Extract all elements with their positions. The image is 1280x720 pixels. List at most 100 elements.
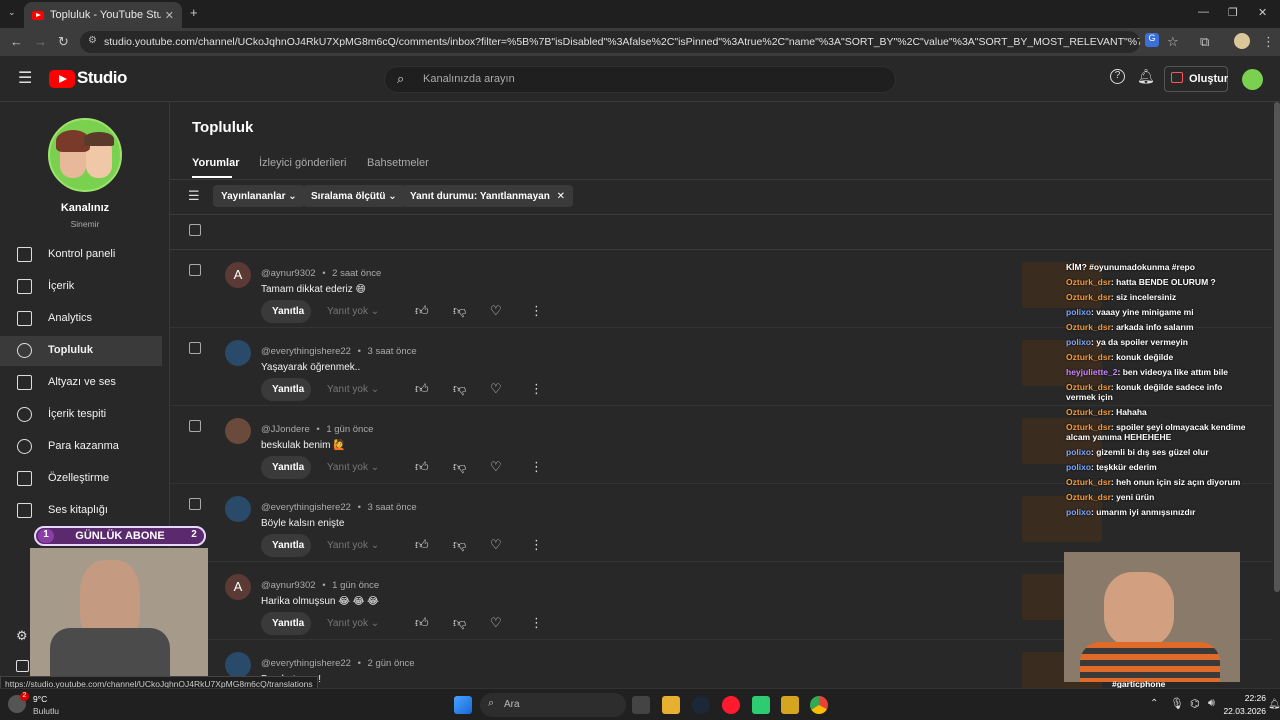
reply-button[interactable]: Yanıtla: [261, 534, 311, 557]
like-thumbs-up-icon[interactable]: 👍︎: [415, 303, 429, 319]
heart-icon[interactable]: ♡: [490, 381, 502, 397]
more-options-icon[interactable]: ⋮: [530, 459, 543, 475]
create-button[interactable]: Oluştur: [1164, 66, 1228, 92]
notification-icon[interactable]: 🔔︎: [1268, 699, 1280, 710]
sidebar-item-monetization[interactable]: Para kazanma: [0, 432, 162, 462]
minimize-icon[interactable]: —: [1198, 6, 1209, 18]
tab-viewer-posts[interactable]: İzleyici gönderileri: [259, 157, 346, 169]
chrome-icon[interactable]: [810, 696, 828, 714]
more-options-icon[interactable]: ⋮: [530, 303, 543, 319]
remove-filter-close-icon[interactable]: ✕: [557, 191, 565, 202]
close-window-icon[interactable]: ✕: [1258, 6, 1267, 19]
clock-time[interactable]: 22:26: [1222, 693, 1266, 703]
comment-checkbox[interactable]: [189, 420, 201, 432]
more-options-icon[interactable]: ⋮: [530, 615, 543, 631]
sidebar-item-analytics[interactable]: Analytics: [0, 304, 162, 334]
whatsapp-icon[interactable]: [752, 696, 770, 714]
replies-dropdown[interactable]: Yanıt yok ⌄: [327, 540, 379, 551]
comment-checkbox[interactable]: [189, 342, 201, 354]
file-explorer-icon[interactable]: [662, 696, 680, 714]
taskbar-search[interactable]: ⌕ Ara: [480, 693, 626, 717]
chip-published[interactable]: Yayınlananlar ⌄: [213, 185, 305, 207]
dislike-thumbs-down-icon[interactable]: 👎︎: [453, 615, 466, 631]
comment-author[interactable]: @JJondere: [261, 424, 310, 435]
microphone-icon[interactable]: 🎙︎: [1170, 697, 1184, 710]
send-feedback-icon[interactable]: [16, 660, 29, 672]
sidebar-item-subtitles[interactable]: Altyazı ve ses: [0, 368, 162, 398]
address-bar[interactable]: ⚙ studio.youtube.com/channel/UCkoJqhnOJ4…: [80, 31, 1140, 53]
task-view-icon[interactable]: [632, 696, 650, 714]
help-icon[interactable]: ?: [1110, 69, 1125, 84]
tab-comments[interactable]: Yorumlar: [192, 157, 239, 169]
like-thumbs-up-icon[interactable]: 👍︎: [415, 381, 429, 397]
sidebar-item-copyright[interactable]: İçerik tespiti: [0, 400, 162, 430]
comment-author[interactable]: @aynur9302: [261, 580, 316, 591]
heart-icon[interactable]: ♡: [490, 615, 502, 631]
comment-checkbox[interactable]: [189, 264, 201, 276]
dislike-thumbs-down-icon[interactable]: 👎︎: [453, 303, 466, 319]
profile-avatar-icon[interactable]: [1234, 33, 1250, 49]
tab-mentions[interactable]: Bahsetmeler: [367, 157, 429, 169]
comment-author[interactable]: @everythingishere22: [261, 346, 351, 357]
settings-gear-icon[interactable]: ⚙: [16, 628, 28, 644]
restore-icon[interactable]: ❐: [1228, 6, 1238, 19]
notifications-bell-icon[interactable]: 🔔︎: [1137, 68, 1155, 85]
sidebar-item-audio-library[interactable]: Ses kitaplığı: [0, 496, 162, 526]
extensions-icon[interactable]: ⧉: [1200, 34, 1209, 50]
commenter-avatar[interactable]: [225, 652, 251, 678]
like-thumbs-up-icon[interactable]: 👍︎: [415, 537, 429, 553]
hamburger-menu-icon[interactable]: ☰: [18, 68, 32, 88]
browser-tab[interactable]: Topluluk - YouTube Studio ✕: [24, 2, 182, 28]
filter-icon[interactable]: ☰: [188, 188, 200, 204]
opera-gx-icon[interactable]: [722, 696, 740, 714]
tray-chevron-icon[interactable]: ⌃: [1150, 698, 1158, 709]
like-thumbs-up-icon[interactable]: 👍︎: [415, 459, 429, 475]
clock-date[interactable]: 22.03.2026: [1212, 706, 1266, 716]
account-avatar[interactable]: [1242, 69, 1263, 90]
heart-icon[interactable]: ♡: [490, 303, 502, 319]
tab-list-icon[interactable]: ⌄: [8, 7, 16, 18]
replies-dropdown[interactable]: Yanıt yok ⌄: [327, 618, 379, 629]
chip-response-status[interactable]: Yanıt durumu: Yanıtlanmayan ✕: [402, 185, 574, 207]
replies-dropdown[interactable]: Yanıt yok ⌄: [327, 306, 379, 317]
dislike-thumbs-down-icon[interactable]: 👎︎: [453, 459, 466, 475]
scrollbar[interactable]: [1274, 102, 1280, 592]
channel-avatar[interactable]: [48, 118, 122, 192]
browser-menu-icon[interactable]: ⋮: [1262, 34, 1275, 50]
search-input[interactable]: ⌕ Kanalınızda arayın: [384, 66, 896, 93]
select-all-checkbox[interactable]: [189, 224, 201, 236]
comment-author[interactable]: @everythingishere22: [261, 502, 351, 513]
site-info-icon[interactable]: ⚙: [88, 35, 97, 46]
close-tab-icon[interactable]: ✕: [165, 9, 174, 22]
reply-button[interactable]: Yanıtla: [261, 378, 311, 401]
forward-icon[interactable]: →: [34, 34, 47, 49]
translate-icon[interactable]: G: [1145, 33, 1159, 47]
more-options-icon[interactable]: ⋮: [530, 381, 543, 397]
steam-icon[interactable]: [692, 696, 710, 714]
dislike-thumbs-down-icon[interactable]: 👎︎: [453, 537, 466, 553]
youtube-logo-icon[interactable]: [49, 70, 75, 88]
reply-button[interactable]: Yanıtla: [261, 300, 311, 323]
reply-button[interactable]: Yanıtla: [261, 456, 311, 479]
comment-author[interactable]: @everythingishere22: [261, 658, 351, 669]
commenter-avatar[interactable]: [225, 340, 251, 366]
sidebar-item-community[interactable]: Topluluk: [0, 336, 162, 366]
chip-sort-by[interactable]: Sıralama ölçütü ⌄: [303, 185, 405, 207]
heart-icon[interactable]: ♡: [490, 459, 502, 475]
sidebar-item-dashboard[interactable]: Kontrol paneli: [0, 240, 162, 270]
sidebar-item-customization[interactable]: Özelleştirme: [0, 464, 162, 494]
studio-logo-text[interactable]: Studio: [77, 68, 127, 88]
heart-icon[interactable]: ♡: [490, 537, 502, 553]
bookmark-star-icon[interactable]: ☆: [1167, 34, 1179, 50]
like-thumbs-up-icon[interactable]: 👍︎: [415, 615, 429, 631]
reply-button[interactable]: Yanıtla: [261, 612, 311, 635]
new-tab-icon[interactable]: +: [190, 5, 198, 20]
replies-dropdown[interactable]: Yanıt yok ⌄: [327, 384, 379, 395]
comment-checkbox[interactable]: [189, 498, 201, 510]
app-icon[interactable]: [781, 696, 799, 714]
replies-dropdown[interactable]: Yanıt yok ⌄: [327, 462, 379, 473]
more-options-icon[interactable]: ⋮: [530, 537, 543, 553]
network-icon[interactable]: ⌬: [1190, 697, 1200, 710]
reload-icon[interactable]: ↻: [58, 34, 69, 50]
commenter-avatar[interactable]: A: [225, 574, 251, 600]
